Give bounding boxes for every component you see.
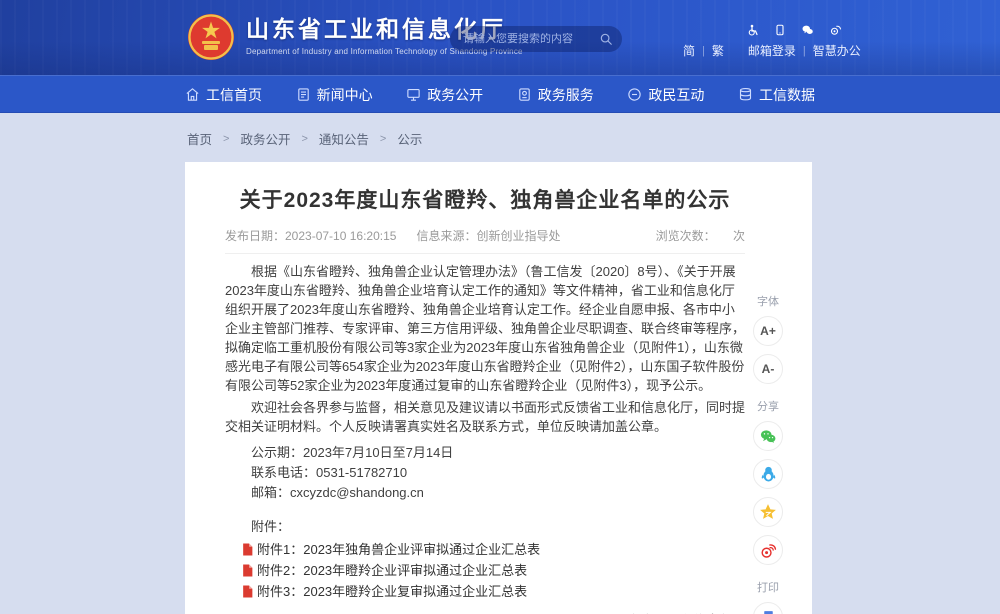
monitor-icon bbox=[406, 87, 421, 102]
print-label: 打印 bbox=[757, 579, 779, 595]
qzone-star-icon bbox=[759, 503, 777, 521]
article-card: 关于2023年度山东省瞪羚、独角兽企业名单的公示 发布日期：2023-07-10… bbox=[185, 162, 812, 614]
header-links: 简 | 繁 邮箱登录 | 智慧办公 bbox=[683, 42, 861, 59]
interaction-icon bbox=[627, 87, 642, 102]
nav-item-interaction[interactable]: 政民互动 bbox=[627, 85, 704, 105]
share-weibo-button[interactable] bbox=[753, 535, 783, 565]
divider: | bbox=[803, 45, 806, 57]
pdf-file-icon bbox=[242, 564, 253, 577]
breadcrumb: 首页 > 政务公开 > 通知公告 > 公示 bbox=[187, 129, 1000, 148]
weibo-icon bbox=[759, 542, 777, 559]
accessibility-icon[interactable] bbox=[747, 24, 759, 36]
wechat-icon bbox=[759, 428, 777, 445]
attachments-label: 附件： bbox=[225, 518, 745, 536]
smart-office-link[interactable]: 智慧办公 bbox=[813, 42, 861, 59]
database-icon bbox=[738, 87, 753, 102]
breadcrumb-separator: > bbox=[301, 133, 307, 145]
publish-date: 发布日期：2023-07-10 16:20:15 bbox=[225, 227, 396, 244]
views-suffix: 次 bbox=[733, 229, 745, 243]
article-body: 根据《山东省瞪羚、独角兽企业认定管理办法》（鲁工信发〔2020〕8号）、《关于开… bbox=[225, 262, 745, 614]
search-icon[interactable] bbox=[599, 32, 613, 46]
signature-block: 山东省工业和信息化厅 2023年7月10日 bbox=[225, 610, 745, 614]
nav-item-gov-service[interactable]: 政务服务 bbox=[517, 85, 594, 105]
breadcrumb-notices[interactable]: 通知公告 bbox=[319, 129, 369, 148]
attachment-label: 附件1：2023年独角兽企业评审拟通过企业汇总表 bbox=[257, 542, 540, 557]
national-emblem-logo bbox=[187, 13, 235, 61]
attachment-label: 附件2：2023年瞪羚企业评审拟通过企业汇总表 bbox=[257, 563, 527, 578]
search-box[interactable] bbox=[450, 26, 622, 52]
font-decrease-button[interactable]: A- bbox=[753, 354, 783, 384]
lang-traditional-link[interactable]: 繁 bbox=[712, 42, 724, 59]
pdf-file-icon bbox=[242, 585, 253, 598]
attachment-link-1[interactable]: 附件1：2023年独角兽企业评审拟通过企业汇总表 bbox=[225, 542, 745, 557]
search-input[interactable] bbox=[463, 33, 599, 45]
page-title: 关于2023年度山东省瞪羚、独角兽企业名单的公示 bbox=[225, 187, 745, 214]
share-label: 分享 bbox=[757, 398, 779, 414]
service-icon bbox=[517, 87, 532, 102]
attachment-label: 附件3：2023年瞪羚企业复审拟通过企业汇总表 bbox=[257, 584, 527, 599]
breadcrumb-separator: > bbox=[223, 133, 229, 145]
views-label: 浏览次数： bbox=[656, 229, 716, 243]
nav-label: 工信数据 bbox=[759, 85, 815, 105]
pdf-file-icon bbox=[242, 543, 253, 556]
contact-phone: 联系电话：0531-51782710 bbox=[225, 463, 745, 483]
home-icon bbox=[185, 87, 200, 102]
divider: | bbox=[702, 45, 705, 57]
lang-simplified-link[interactable]: 简 bbox=[683, 42, 695, 59]
contact-email: 邮箱：cxcyzdc@shandong.cn bbox=[225, 483, 745, 503]
share-qq-button[interactable] bbox=[753, 459, 783, 489]
attachments-section: 附件： 附件1：2023年独角兽企业评审拟通过企业汇总表 附件2：2023年瞪羚… bbox=[225, 518, 745, 599]
nav-item-news[interactable]: 新闻中心 bbox=[296, 85, 373, 105]
mobile-version-icon[interactable] bbox=[774, 24, 786, 36]
font-increase-button[interactable]: A+ bbox=[753, 316, 783, 346]
site-header: 山东省工业和信息化厅 Department of Industry and In… bbox=[0, 0, 1000, 75]
main-nav: 工信首页 新闻中心 政务公开 政务服务 政民互动 bbox=[0, 75, 1000, 113]
news-icon bbox=[296, 87, 311, 102]
attachment-link-2[interactable]: 附件2：2023年瞪羚企业评审拟通过企业汇总表 bbox=[225, 563, 745, 578]
printer-icon bbox=[760, 609, 777, 614]
mail-login-link[interactable]: 邮箱登录 bbox=[748, 42, 796, 59]
wechat-mini-icon[interactable] bbox=[801, 24, 814, 36]
font-size-label: 字体 bbox=[757, 293, 779, 309]
info-source: 信息来源：创新创业指导处 bbox=[416, 227, 560, 244]
nav-label: 政民互动 bbox=[648, 85, 704, 105]
header-quick-icons bbox=[747, 24, 842, 36]
print-button[interactable] bbox=[753, 602, 783, 614]
breadcrumb-current: 公示 bbox=[397, 129, 422, 148]
side-toolbar: 字体 A+ A- 分享 bbox=[750, 289, 786, 614]
paragraph: 根据《山东省瞪羚、独角兽企业认定管理办法》（鲁工信发〔2020〕8号）、《关于开… bbox=[225, 262, 745, 395]
publicity-period: 公示期：2023年7月10日至7月14日 bbox=[225, 443, 745, 463]
share-qzone-button[interactable] bbox=[753, 497, 783, 527]
nav-item-gov-open[interactable]: 政务公开 bbox=[406, 85, 483, 105]
nav-label: 政务服务 bbox=[538, 85, 594, 105]
breadcrumb-gov-open[interactable]: 政务公开 bbox=[240, 129, 290, 148]
qq-icon bbox=[760, 465, 777, 483]
attachment-link-3[interactable]: 附件3：2023年瞪羚企业复审拟通过企业汇总表 bbox=[225, 584, 745, 599]
nav-item-home[interactable]: 工信首页 bbox=[185, 85, 262, 105]
paragraph: 欢迎社会各界参与监督，相关意见及建议请以书面形式反馈省工业和信息化厅，同时提交相… bbox=[225, 398, 745, 436]
nav-label: 新闻中心 bbox=[317, 85, 373, 105]
nav-label: 工信首页 bbox=[206, 85, 262, 105]
breadcrumb-separator: > bbox=[380, 133, 386, 145]
article-meta: 发布日期：2023-07-10 16:20:15 信息来源：创新创业指导处 浏览… bbox=[225, 227, 745, 254]
signature-org: 山东省工业和信息化厅 bbox=[225, 610, 745, 614]
share-wechat-button[interactable] bbox=[753, 421, 783, 451]
nav-label: 政务公开 bbox=[427, 85, 483, 105]
breadcrumb-home[interactable]: 首页 bbox=[187, 129, 212, 148]
nav-item-data[interactable]: 工信数据 bbox=[738, 85, 815, 105]
weibo-mini-icon[interactable] bbox=[829, 24, 842, 36]
